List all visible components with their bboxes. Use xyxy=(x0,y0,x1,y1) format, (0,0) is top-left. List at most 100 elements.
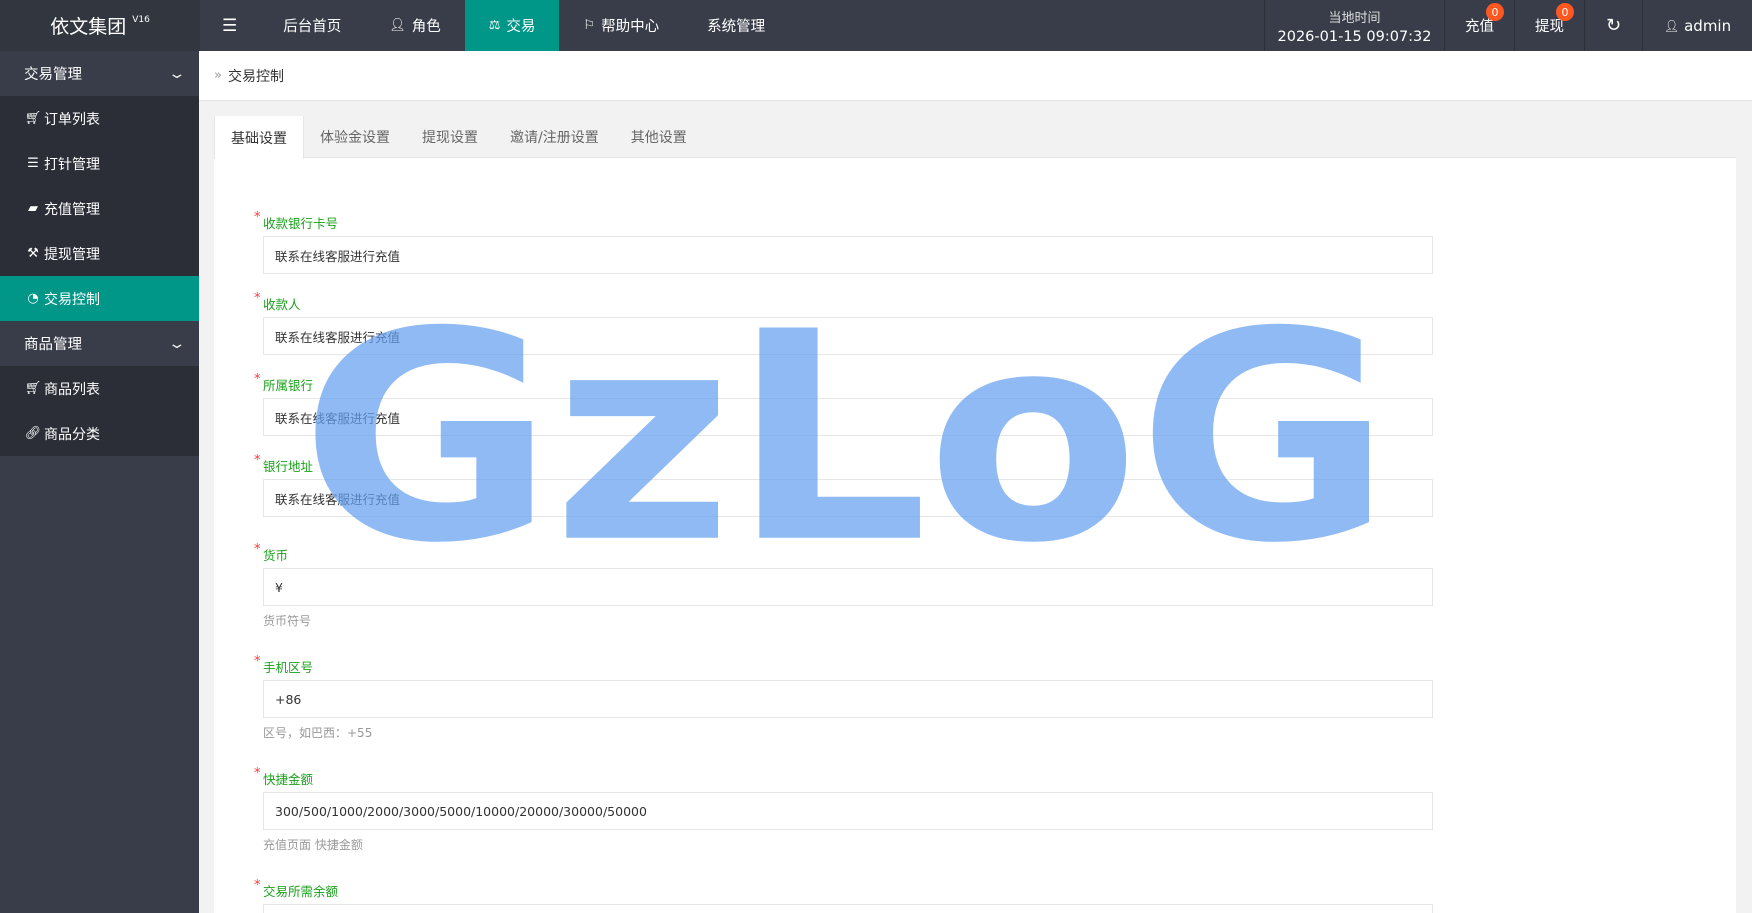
version-label: V16 xyxy=(132,14,150,25)
sidebar-item-label: 商品列表 xyxy=(44,381,100,398)
sidebar: 交易管理 ⌄ 🛒︎ 订单列表 ☰ 打针管理 ▰ 充值管理 ⚒ 提现管理 ◔ 交易控制 商品… xyxy=(0,51,199,913)
sidebar-item-trade-control[interactable]: ◔ 交易控制 xyxy=(0,276,199,321)
menu-icon: ☰ xyxy=(222,15,238,36)
nav-trade[interactable]: ⚖ 交易 xyxy=(464,0,560,51)
user-icon: 👤︎ xyxy=(1663,18,1680,33)
bank-address-input[interactable]: 联系在线客服进行充值 xyxy=(263,479,1433,517)
bank-name-input[interactable]: 联系在线客服进行充值 xyxy=(263,398,1433,436)
field-currency: * 货币 ¥ 货币符号 xyxy=(254,542,1736,629)
required-mark: * xyxy=(254,878,261,893)
refresh-icon: ↻ xyxy=(1605,15,1622,36)
field-label: 手机区号 xyxy=(263,660,314,675)
nav-home-label: 后台首页 xyxy=(283,19,342,35)
required-mark: * xyxy=(254,766,261,781)
field-label: 收款人 xyxy=(263,297,301,312)
sidebar-item-injection[interactable]: ☰ 打针管理 xyxy=(0,141,199,186)
required-mark: * xyxy=(254,291,261,306)
field-hint: 货币符号 xyxy=(263,614,312,628)
field-hint: 区号，如巴西：+55 xyxy=(263,726,373,740)
dashboard-icon: ◔ xyxy=(27,291,39,306)
settings-panel: 基础设置 体验金设置 提现设置 邀请/注册设置 其他设置 * 收款银行卡号 联系在… xyxy=(214,116,1736,913)
settings-tabs: 基础设置 体验金设置 提现设置 邀请/注册设置 其他设置 xyxy=(214,116,1736,159)
field-label: 收款银行卡号 xyxy=(263,216,339,231)
required-mark: * xyxy=(254,210,261,225)
field-label: 快捷金额 xyxy=(263,772,314,787)
breadcrumb-current[interactable]: 交易控制 xyxy=(228,66,284,86)
field-label: 银行地址 xyxy=(263,459,314,474)
sidebar-item-label: 提现管理 xyxy=(44,246,100,263)
sidebar-item-label: 商品分类 xyxy=(44,426,100,443)
sidebar-item-withdraw[interactable]: ⚒ 提现管理 xyxy=(0,231,199,276)
refresh-button[interactable]: ↻ xyxy=(1584,0,1642,51)
sidebar-item-goods-category[interactable]: 🔗︎ 商品分类 xyxy=(0,411,199,456)
sidebar-group-label: 交易管理 xyxy=(24,67,82,83)
bank-card-input[interactable]: 联系在线客服进行充值 xyxy=(263,236,1433,274)
nav-system-label: 系统管理 xyxy=(707,19,766,35)
required-mark: * xyxy=(254,372,261,387)
required-mark: * xyxy=(254,654,261,669)
sidebar-item-label: 订单列表 xyxy=(44,111,100,128)
user-menu[interactable]: 👤︎ admin xyxy=(1642,0,1752,51)
chevron-down-icon: ⌄ xyxy=(167,65,187,82)
payee-input[interactable]: 联系在线客服进行充值 xyxy=(263,317,1433,355)
nav-role[interactable]: 👤︎ 角色 xyxy=(365,0,465,51)
quick-amount-input[interactable]: 300/500/1000/2000/3000/5000/10000/20000/… xyxy=(263,792,1433,830)
nav-role-label: 角色 xyxy=(411,19,441,35)
field-bank-name: * 所属银行 联系在线客服进行充值 xyxy=(254,372,1736,436)
tab-basic[interactable]: 基础设置 xyxy=(214,116,304,159)
local-time-value: 2026-01-15 09:07:32 xyxy=(1277,28,1432,45)
local-time: 当地时间 2026-01-15 09:07:32 xyxy=(1264,0,1444,51)
list-icon: ☰ xyxy=(27,156,39,171)
sidebar-item-goods-list[interactable]: 🛒︎ 商品列表 xyxy=(0,366,199,411)
sidebar-group-trade[interactable]: 交易管理 ⌄ xyxy=(0,51,199,96)
menu-toggle-button[interactable]: ☰ xyxy=(200,0,259,51)
logo[interactable]: 依文集团 V16 xyxy=(0,0,200,51)
required-mark: * xyxy=(254,542,261,557)
tab-other[interactable]: 其他设置 xyxy=(615,116,703,158)
tab-withdraw[interactable]: 提现设置 xyxy=(406,116,494,158)
user-name: admin xyxy=(1684,16,1732,35)
tab-invite-register[interactable]: 邀请/注册设置 xyxy=(494,116,615,158)
field-payee: * 收款人 联系在线客服进行充值 xyxy=(254,291,1736,355)
recharge-button[interactable]: 充值 0 xyxy=(1444,0,1514,51)
top-header: 依文集团 V16 ☰ 后台首页 👤︎ 角色 ⚖ 交易 ⚐ 帮助中心 系统管理 当地时间 … xyxy=(0,0,1752,51)
field-quick-amount: * 快捷金额 300/500/1000/2000/3000/5000/10000/… xyxy=(254,766,1736,853)
phone-code-input[interactable]: +86 xyxy=(263,680,1433,718)
top-nav: ☰ 后台首页 👤︎ 角色 ⚖ 交易 ⚐ 帮助中心 系统管理 xyxy=(200,0,789,51)
field-label: 交易所需余额 xyxy=(263,884,339,899)
sidebar-item-recharge[interactable]: ▰ 充值管理 xyxy=(0,186,199,231)
double-chevron-icon: » xyxy=(214,68,222,83)
local-time-label: 当地时间 xyxy=(1328,10,1381,26)
sidebar-item-label: 打针管理 xyxy=(44,156,100,173)
cart-icon: 🛒︎ xyxy=(24,381,42,396)
withdraw-button[interactable]: 提现 0 xyxy=(1514,0,1584,51)
field-label: 货币 xyxy=(263,548,289,563)
nav-help[interactable]: ⚐ 帮助中心 xyxy=(559,0,683,51)
currency-input[interactable]: ¥ xyxy=(263,568,1433,606)
header-right: 当地时间 2026-01-15 09:07:32 充值 0 提现 0 ↻ 👤︎ a… xyxy=(1264,0,1752,51)
nav-home[interactable]: 后台首页 xyxy=(259,0,365,51)
flag-icon: ⚐ xyxy=(583,18,596,33)
scale-icon: ⚖ xyxy=(488,18,501,33)
required-balance-input[interactable]: 300 xyxy=(263,904,1433,913)
sidebar-group-goods[interactable]: 商品管理 ⌄ xyxy=(0,321,199,366)
field-phone-code: * 手机区号 +86 区号，如巴西：+55 xyxy=(254,654,1736,741)
sidebar-item-label: 充值管理 xyxy=(44,201,100,218)
field-bank-card: * 收款银行卡号 联系在线客服进行充值 xyxy=(254,210,1736,274)
withdraw-badge: 0 xyxy=(1556,3,1574,21)
settings-form: * 收款银行卡号 联系在线客服进行充值 * 收款人 联系在线客服进行充值 * 所属银行… xyxy=(214,158,1736,913)
sidebar-item-orders[interactable]: 🛒︎ 订单列表 xyxy=(0,96,199,141)
chat-icon: ▰ xyxy=(28,201,38,216)
sidebar-item-label: 交易控制 xyxy=(44,291,100,308)
nav-system[interactable]: 系统管理 xyxy=(683,0,789,51)
cart-icon: 🛒︎ xyxy=(24,111,42,126)
breadcrumb: » 交易控制 xyxy=(199,51,1752,101)
field-hint: 充值页面 快捷金额 xyxy=(263,838,363,852)
required-mark: * xyxy=(254,453,261,468)
field-bank-address: * 银行地址 联系在线客服进行充值 xyxy=(254,453,1736,517)
hammer-icon: ⚒ xyxy=(27,246,39,261)
tab-trial-fund[interactable]: 体验金设置 xyxy=(304,116,406,158)
recharge-badge: 0 xyxy=(1486,3,1504,21)
logo-text: 依文集团 xyxy=(50,16,127,38)
nav-trade-label: 交易 xyxy=(506,19,536,35)
